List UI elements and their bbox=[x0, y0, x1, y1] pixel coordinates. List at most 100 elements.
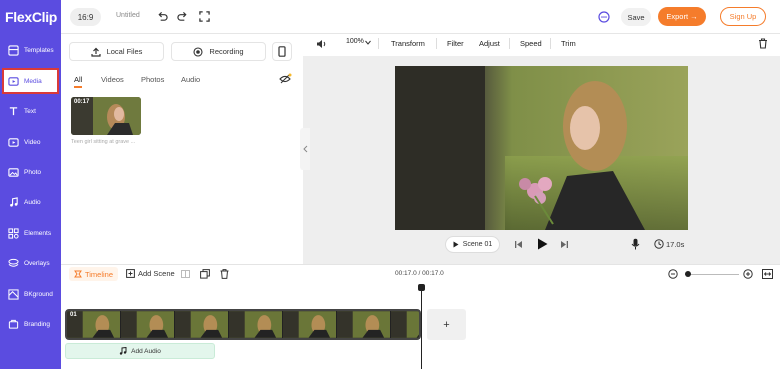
sidebar-item-label: Branding bbox=[24, 320, 51, 328]
sidebar-item-label: Templates bbox=[24, 46, 54, 54]
clip-frame bbox=[229, 311, 283, 338]
volume-icon[interactable] bbox=[316, 39, 327, 49]
timeline-tab[interactable]: Timeline bbox=[69, 267, 118, 281]
templates-icon bbox=[8, 44, 19, 56]
fit-timeline-icon[interactable] bbox=[762, 269, 773, 279]
add-audio-button[interactable]: Add Audio bbox=[65, 343, 215, 359]
video-icon bbox=[8, 137, 19, 147]
microphone-icon[interactable] bbox=[631, 238, 640, 250]
timeline-time-display: 00:17.0 / 00:17.0 bbox=[395, 270, 444, 277]
fullscreen-icon[interactable] bbox=[199, 11, 210, 22]
duplicate-icon[interactable] bbox=[200, 269, 210, 279]
clip-frame bbox=[175, 311, 229, 338]
playhead-handle[interactable] bbox=[418, 284, 425, 291]
clip-frame bbox=[337, 311, 391, 338]
sidebar-item-label: Elements bbox=[24, 229, 52, 237]
volume-value[interactable]: 100% bbox=[346, 38, 364, 45]
text-icon bbox=[9, 106, 18, 115]
local-files-button[interactable]: Local Files bbox=[69, 42, 164, 61]
sidebar-item-photo[interactable]: Photo bbox=[3, 160, 58, 184]
aspect-ratio-button[interactable]: 16:9 bbox=[70, 8, 101, 26]
zoom-out-icon[interactable] bbox=[668, 269, 678, 279]
adjust-button[interactable]: Adjust bbox=[479, 39, 500, 48]
thumbnail-duration: 00:17 bbox=[74, 99, 90, 105]
save-button[interactable]: Save bbox=[621, 8, 651, 26]
recording-label: Recording bbox=[209, 47, 244, 56]
playhead-line[interactable] bbox=[421, 284, 422, 369]
sidebar-item-label: Photo bbox=[24, 168, 41, 176]
zoom-slider-track[interactable] bbox=[685, 274, 739, 275]
phone-icon bbox=[278, 46, 286, 57]
hide-used-icon[interactable] bbox=[279, 73, 292, 85]
zoom-in-icon[interactable] bbox=[743, 269, 753, 279]
scene-label: Scene 01 bbox=[462, 241, 493, 248]
add-scene-label: Add Scene bbox=[138, 269, 175, 278]
skip-back-icon[interactable] bbox=[514, 240, 523, 249]
sidebar-item-label: Video bbox=[24, 138, 41, 146]
sidebar-item-video[interactable]: Video bbox=[3, 130, 58, 154]
media-panel bbox=[61, 34, 302, 264]
trim-button[interactable]: Trim bbox=[561, 39, 576, 48]
sidebar-item-overlays[interactable]: Overlays bbox=[3, 251, 58, 275]
export-button[interactable]: Export → bbox=[658, 7, 706, 26]
sidebar-item-media[interactable]: Media bbox=[2, 68, 59, 94]
play-icon[interactable] bbox=[537, 238, 548, 250]
sidebar-item-label: Audio bbox=[24, 198, 41, 206]
redo-icon[interactable] bbox=[177, 11, 188, 22]
undo-icon[interactable] bbox=[157, 11, 168, 22]
thumbnail-caption: Teen girl sitting at grave ... bbox=[71, 139, 136, 145]
sidebar-item-elements[interactable]: Elements bbox=[3, 221, 58, 245]
app-logo[interactable]: FlexClip bbox=[5, 9, 57, 25]
toolbar-divider bbox=[550, 38, 551, 49]
overlays-icon bbox=[8, 258, 19, 267]
music-note-icon bbox=[119, 347, 127, 355]
scene-duration[interactable]: 17.0s bbox=[666, 240, 684, 249]
play-small-icon bbox=[453, 241, 459, 248]
zoom-slider-handle[interactable] bbox=[684, 271, 691, 277]
timeline-icon bbox=[74, 270, 82, 278]
media-tab-audio[interactable]: Audio bbox=[181, 75, 200, 84]
phone-upload-button[interactable] bbox=[272, 42, 292, 61]
sidebar-item-branding[interactable]: Branding bbox=[3, 312, 58, 336]
add-scene-button[interactable]: Add Scene bbox=[126, 269, 175, 278]
delete-scene-icon[interactable] bbox=[220, 269, 229, 279]
media-tab-videos[interactable]: Videos bbox=[101, 75, 124, 84]
sidebar-item-templates[interactable]: Templates bbox=[3, 38, 58, 62]
scene-selector[interactable]: Scene 01 bbox=[445, 236, 500, 253]
photo-icon bbox=[8, 167, 19, 177]
filter-button[interactable]: Filter bbox=[447, 39, 464, 48]
sidebar-item-text[interactable]: Text bbox=[3, 99, 58, 123]
clip-frame bbox=[283, 311, 337, 338]
add-clip-button[interactable]: + bbox=[427, 309, 466, 340]
trash-icon[interactable] bbox=[758, 38, 768, 49]
speed-button[interactable]: Speed bbox=[520, 39, 542, 48]
toolbar-divider bbox=[509, 38, 510, 49]
audio-icon bbox=[10, 196, 18, 207]
background-icon bbox=[8, 288, 19, 300]
upload-icon bbox=[90, 47, 101, 57]
recording-button[interactable]: Recording bbox=[171, 42, 266, 61]
clock-icon bbox=[654, 239, 664, 249]
timeline-tab-label: Timeline bbox=[84, 269, 114, 279]
sidebar-item-background[interactable]: BKground bbox=[3, 282, 58, 306]
add-audio-label: Add Audio bbox=[131, 347, 161, 355]
elements-icon bbox=[8, 227, 19, 239]
transform-button[interactable]: Transform bbox=[391, 39, 425, 48]
media-tab-photos[interactable]: Photos bbox=[141, 75, 164, 84]
media-tab-all[interactable]: All bbox=[74, 75, 83, 88]
skip-forward-icon[interactable] bbox=[560, 240, 569, 249]
local-files-label: Local Files bbox=[106, 47, 143, 56]
chevron-down-icon[interactable] bbox=[365, 40, 371, 45]
signup-button[interactable]: Sign Up bbox=[720, 7, 766, 26]
media-icon bbox=[8, 76, 19, 86]
split-icon[interactable] bbox=[181, 270, 190, 278]
video-preview[interactable] bbox=[395, 66, 688, 230]
record-icon bbox=[193, 46, 203, 57]
chat-support-icon[interactable] bbox=[598, 11, 610, 23]
sidebar-item-label: Media bbox=[24, 77, 42, 85]
video-clip[interactable] bbox=[65, 309, 421, 340]
document-title[interactable]: Untitled bbox=[116, 12, 140, 19]
toolbar-divider bbox=[378, 38, 379, 49]
collapse-panel-handle[interactable] bbox=[300, 128, 310, 170]
sidebar-item-audio[interactable]: Audio bbox=[3, 190, 58, 214]
